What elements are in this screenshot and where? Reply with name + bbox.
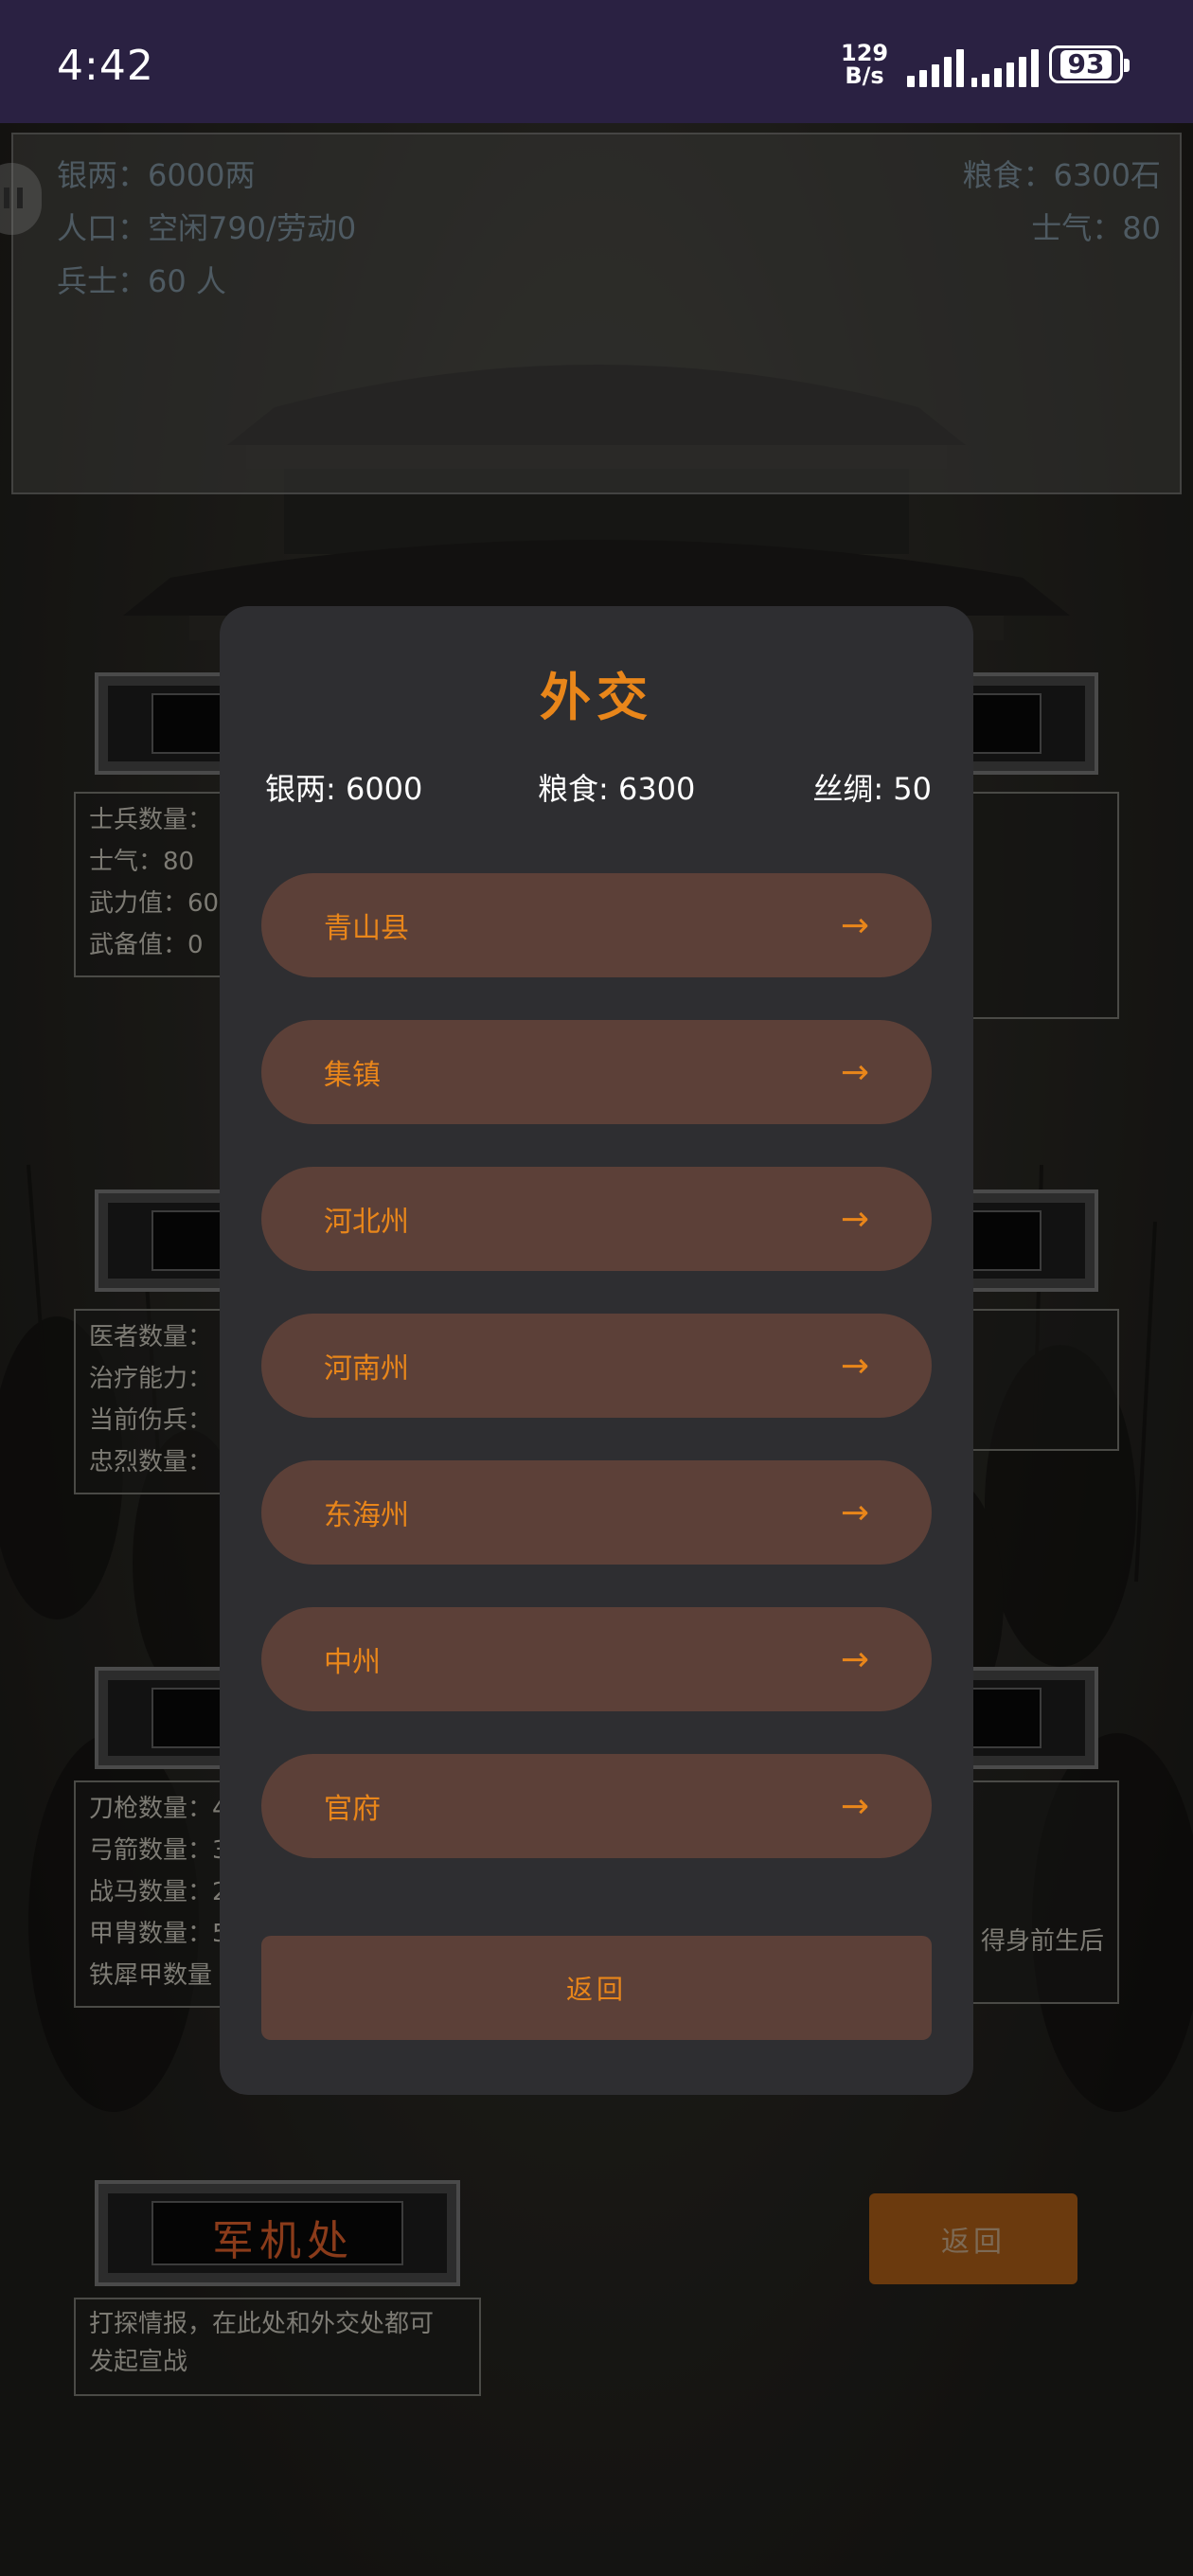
council-desc: 打探情报，在此处和外交处都可 发起宣战 (74, 2298, 481, 2396)
info-line: 当前伤兵： (89, 1406, 213, 1435)
destination-button-guanfu[interactable]: 官府 → (261, 1754, 932, 1858)
council-title: 军机处 (212, 2217, 354, 2265)
signal-icon-secondary (971, 47, 1039, 87)
dialog-title: 外交 (540, 668, 653, 727)
status-time: 4:42 (57, 42, 154, 90)
resource-silver: 银两：6000两 (57, 157, 256, 193)
destination-label: 东海州 (324, 1499, 409, 1532)
network-speed-unit: B/s (845, 63, 884, 89)
destination-label: 集镇 (324, 1059, 381, 1092)
arrow-right-icon: → (840, 1786, 869, 1826)
armory-info-box: 刀枪数量：4 弓箭数量：3 战马数量：2 甲胄数量：5 铁犀甲数量 (74, 1780, 235, 2008)
council-desc-line: 发起宣战 (89, 2348, 188, 2376)
battery-level: 93 (1059, 50, 1113, 79)
destination-button-zhongzhou[interactable]: 中州 → (261, 1607, 932, 1711)
arrow-right-icon: → (840, 1493, 869, 1532)
arrow-right-icon: → (840, 905, 869, 945)
info-line: 战马数量：2 (89, 1878, 228, 1906)
destination-button-hebei[interactable]: 河北州 → (261, 1167, 932, 1271)
info-line: 武备值：0 (89, 931, 204, 959)
right-info-box-3: 得身前生后 (966, 1780, 1119, 2004)
info-line: 士兵数量： (89, 806, 213, 834)
info-line: 医者数量： (89, 1323, 213, 1351)
resource-soldiers: 兵士：60 人 (57, 263, 226, 299)
medical-info-box: 医者数量： 治疗能力： 当前伤兵： 忠烈数量： (74, 1309, 235, 1494)
battery-icon: 93 (1049, 45, 1130, 83)
info-line: 忠烈数量： (89, 1448, 213, 1476)
destination-button-donghai[interactable]: 东海州 → (261, 1460, 932, 1565)
signal-icon (907, 47, 964, 87)
right-info-box-2 (966, 1309, 1119, 1451)
dialog-back-button[interactable]: 返回 (261, 1936, 932, 2040)
destination-button-jizhen[interactable]: 集镇 → (261, 1020, 932, 1124)
resource-grain: 粮食：6300石 (962, 157, 1161, 193)
info-line: 武力值：600 (89, 889, 235, 918)
status-bar: 4:42 129 B/s 93 (0, 0, 1193, 123)
resource-population: 人口：空闲790/劳动0 (57, 210, 357, 246)
destination-label: 青山县 (324, 912, 409, 945)
resource-panel: 银两：6000两 人口：空闲790/劳动0 兵士：60 人 粮食：6300石 士… (11, 133, 1182, 494)
destination-label: 官府 (324, 1793, 381, 1826)
background-back-button[interactable]: 返回 (869, 2193, 1077, 2284)
dialog-silk: 丝绸: 50 (812, 771, 932, 807)
network-speed-value: 129 (841, 40, 889, 66)
dialog-silver: 银两: 6000 (265, 771, 423, 807)
arrow-right-icon: → (840, 1199, 869, 1239)
info-line: 士气：80 (89, 848, 195, 876)
destination-label: 河北州 (324, 1206, 409, 1239)
right-info-box-1 (966, 792, 1119, 1019)
military-info-box: 士兵数量： 士气：80 武力值：600 武备值：0 (74, 792, 235, 977)
destination-button-henan[interactable]: 河南州 → (261, 1314, 932, 1418)
destination-label: 中州 (324, 1646, 381, 1679)
destination-label: 河南州 (324, 1352, 409, 1386)
info-line: 刀枪数量：4 (89, 1795, 228, 1823)
diplomacy-dialog: 外交 银两: 6000 粮食: 6300 丝绸: 50 青山县 → 集镇 → 河… (220, 606, 973, 2095)
info-line: 弓箭数量：3 (89, 1836, 228, 1865)
info-line: 治疗能力： (89, 1365, 213, 1393)
network-speed: 129 B/s (841, 42, 888, 87)
dialog-grain: 粮食: 6300 (538, 771, 696, 807)
arrow-right-icon: → (840, 1052, 869, 1092)
destination-button-qingshan[interactable]: 青山县 → (261, 873, 932, 977)
arrow-right-icon: → (840, 1639, 869, 1679)
arrow-right-icon: → (840, 1346, 869, 1386)
resource-morale: 士气：80 (1031, 210, 1161, 246)
council-desc-line: 打探情报，在此处和外交处都可 (89, 2310, 435, 2338)
info-line: 得身前生后 (981, 1927, 1105, 1956)
info-line: 甲胄数量：5 (89, 1920, 228, 1948)
info-line: 铁犀甲数量 (89, 1961, 213, 1990)
